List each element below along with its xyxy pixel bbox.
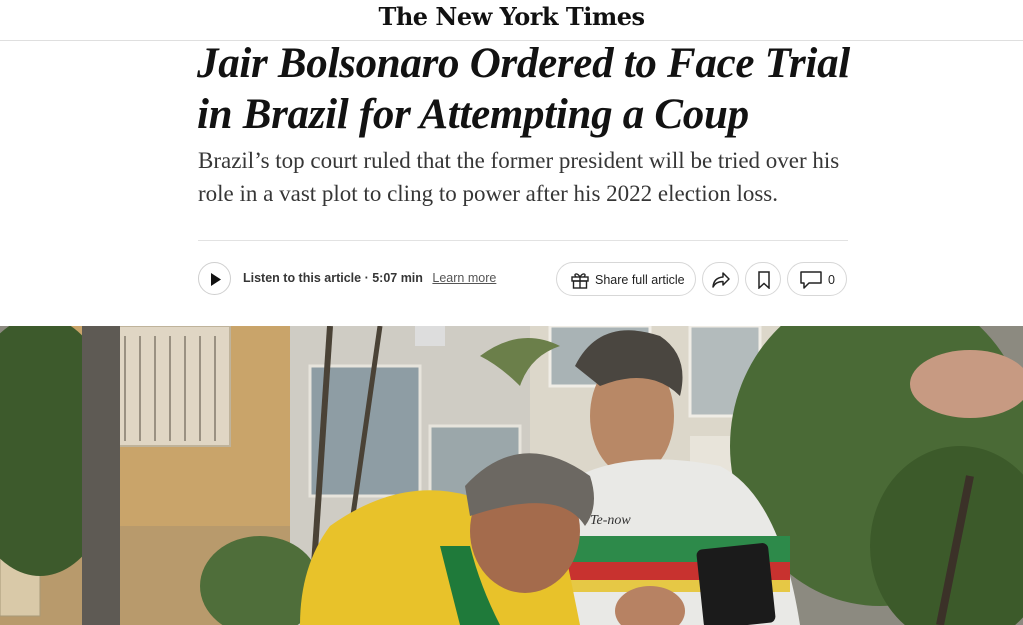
save-article-button[interactable]	[745, 262, 781, 296]
learn-more-link[interactable]: Learn more	[432, 271, 496, 285]
article-summary: Brazil’s top court ruled that the former…	[198, 148, 840, 206]
listen-label[interactable]: Listen to this article	[243, 271, 361, 285]
article-headline: Jair Bolsonaro Ordered to Face Trial in …	[197, 40, 850, 138]
play-icon	[211, 273, 221, 286]
divider	[198, 240, 848, 241]
listen-duration: 5:07 min	[372, 271, 423, 285]
masthead-bar: The New York Times	[0, 0, 1023, 41]
listen-text: Listen to this article · 5:07 min Learn …	[243, 271, 496, 285]
share-button[interactable]	[702, 262, 739, 296]
article-photo[interactable]: Te-now	[0, 326, 1023, 625]
share-full-article-button[interactable]: Share full article	[556, 262, 696, 296]
gift-icon	[571, 273, 589, 289]
listen-separator: ·	[361, 271, 373, 285]
comment-count: 0	[828, 273, 835, 287]
shirt-text: Te-now	[590, 513, 631, 528]
share-label: Share full article	[595, 273, 685, 287]
nyt-logo[interactable]: The New York Times	[0, 2, 1023, 31]
play-audio-button[interactable]	[198, 262, 231, 295]
share-arrow-icon	[712, 272, 730, 288]
comment-icon	[800, 271, 822, 289]
bookmark-icon	[758, 271, 770, 289]
article-toolbar: Listen to this article · 5:07 min Learn …	[198, 261, 848, 298]
comments-button[interactable]: 0	[787, 262, 847, 296]
